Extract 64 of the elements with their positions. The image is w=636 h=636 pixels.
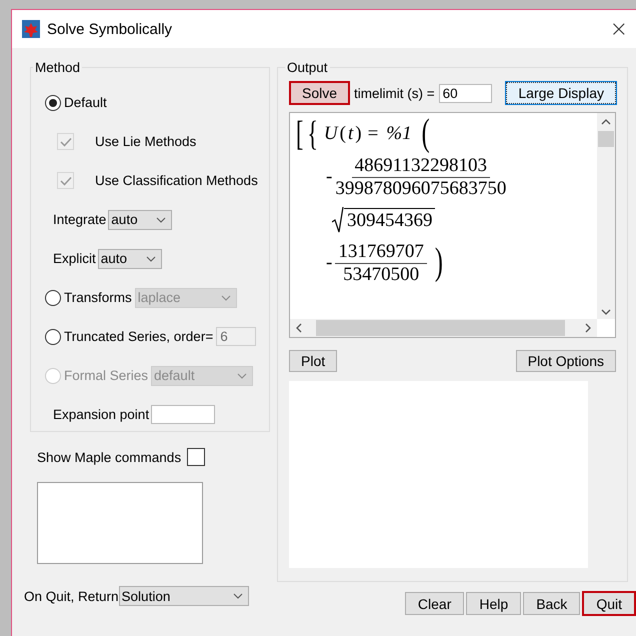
field-label: On Quit, Return xyxy=(24,588,119,604)
checkbox-label: Use Classification Methods xyxy=(95,173,258,188)
parenthesis: ) xyxy=(434,241,443,285)
large-display-button[interactable]: Large Display xyxy=(506,82,616,104)
radio-button[interactable] xyxy=(45,94,61,110)
horizontal-scrollbar[interactable] xyxy=(290,319,597,337)
radio-button[interactable] xyxy=(45,290,61,306)
checkbox-label: Show Maple commands xyxy=(37,450,182,464)
vertical-scrollbar[interactable] xyxy=(597,113,615,319)
checkbox[interactable] xyxy=(187,448,206,466)
group-title: Method xyxy=(34,60,82,75)
dropdown[interactable]: auto xyxy=(108,210,172,230)
field-label: Integrate xyxy=(53,212,106,227)
radio-label: Truncated Series, order= xyxy=(64,329,214,344)
field-label: Expansion point xyxy=(53,407,150,422)
chevron-left-icon xyxy=(296,323,302,333)
chevron-down-icon xyxy=(601,309,611,315)
math-text: ( xyxy=(340,123,346,145)
dropdown[interactable]: Solution xyxy=(118,586,249,606)
chevron-down-icon xyxy=(156,216,166,222)
parenthesis: ( xyxy=(422,112,430,156)
close-button[interactable]: × xyxy=(606,16,632,42)
field-label: timelimit (s) = xyxy=(354,86,435,100)
dropdown[interactable]: auto xyxy=(98,248,162,268)
radio-button[interactable] xyxy=(45,328,61,344)
dialog-button[interactable]: Back xyxy=(523,592,580,615)
scroll-thumb[interactable] xyxy=(316,320,565,336)
solve-button[interactable]: Solve xyxy=(289,81,350,105)
math-text: = xyxy=(368,123,378,145)
chevron-down-icon xyxy=(232,593,243,599)
field-label: Explicit xyxy=(53,251,96,266)
chevron-down-icon xyxy=(146,256,156,262)
radio-label: Transforms xyxy=(64,290,132,305)
chevron-right-icon xyxy=(585,323,591,333)
square-root-icon xyxy=(332,207,344,233)
radio-label: Formal Series xyxy=(64,368,148,383)
timelimit-field[interactable]: 60 xyxy=(438,84,492,102)
commands-text-area[interactable] xyxy=(37,482,203,564)
chevron-down-icon xyxy=(237,372,248,378)
checkbox-label: Use Lie Methods xyxy=(95,134,196,149)
math-text: t xyxy=(348,123,354,145)
math-text: - xyxy=(326,252,332,274)
math-text: 309454369 xyxy=(344,208,434,232)
radio-label: Default xyxy=(64,95,107,110)
bracket: [ xyxy=(296,113,304,155)
chevron-up-icon xyxy=(601,119,611,125)
math-text: U xyxy=(324,123,338,145)
fraction: 48691132298103 399878096075683750 xyxy=(335,154,506,200)
math-text: %1 xyxy=(386,123,412,145)
expansion-point-field[interactable] xyxy=(151,405,216,424)
dialog-button[interactable]: Quit xyxy=(582,591,636,616)
brace: { xyxy=(307,113,318,155)
fraction: 131769707 53470500 xyxy=(335,240,427,286)
math-text: - xyxy=(326,166,332,188)
dialog-button[interactable]: Clear xyxy=(404,592,464,615)
plot-button[interactable]: Plot xyxy=(289,350,338,372)
plot-options-button[interactable]: Plot Options xyxy=(516,350,616,372)
window-title: Solve Symbolically xyxy=(47,20,172,38)
dialog-button[interactable]: Help xyxy=(466,592,522,615)
scroll-thumb[interactable] xyxy=(598,131,614,147)
math-text: ) xyxy=(355,123,362,145)
chevron-down-icon xyxy=(220,294,231,300)
maple-leaf-icon xyxy=(22,20,40,38)
group-title: Output xyxy=(286,60,329,75)
